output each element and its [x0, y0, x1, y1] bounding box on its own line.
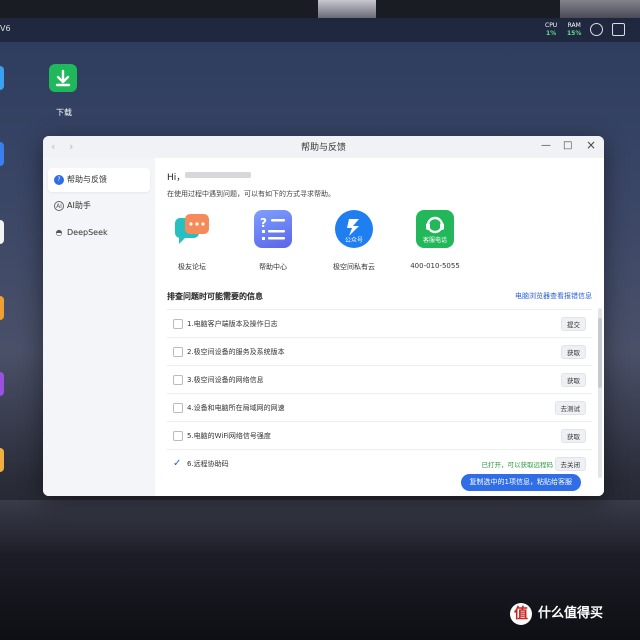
cpu-stat: CPU 1% — [545, 22, 557, 38]
item-text: 3.极空间设备的网络信息 — [187, 376, 264, 384]
greeting: Hi， — [167, 173, 186, 183]
sidebar-item-help-feedback[interactable]: ? 帮助与反馈 — [48, 168, 150, 192]
notification-icon[interactable] — [612, 23, 625, 36]
sidebar-item-label: AI助手 — [67, 201, 91, 210]
card-official-account[interactable]: 公众号 极空间私有云 — [324, 210, 384, 272]
official-account-icon: 公众号 — [335, 210, 373, 248]
download-arrow-icon — [55, 69, 71, 87]
cpu-value: 1% — [546, 30, 557, 37]
speed-test-button[interactable]: 去测试 — [554, 401, 586, 415]
dock-app-tile[interactable] — [0, 220, 4, 244]
item-checkbox[interactable] — [173, 319, 183, 329]
customer-service-icon: 客服电话 — [416, 210, 454, 248]
dock-app-tile[interactable] — [0, 372, 4, 396]
item-text: 2.极空间设备的服务及系统版本 — [187, 348, 285, 356]
close-icon[interactable]: × — [586, 139, 596, 151]
submit-logs-button[interactable]: 提交 — [561, 317, 586, 331]
item-checkbox[interactable] — [173, 375, 183, 385]
corner-label: V6 — [0, 24, 11, 33]
card-label: 帮助中心 — [259, 263, 287, 271]
watermark-text: 什么值得买 — [538, 606, 604, 621]
card-label: 极友论坛 — [178, 263, 206, 271]
wallpaper-glow — [560, 0, 640, 18]
section-title: 排查问题时可能需要的信息 — [167, 292, 263, 301]
minimize-icon[interactable]: — — [541, 140, 551, 152]
card-badge: 客服电话 — [422, 237, 447, 244]
forum-chat-icon — [173, 210, 211, 248]
close-remote-button[interactable]: 去关闭 — [554, 457, 586, 471]
item-text: 5.电脑的WiFi网络信号强度 — [187, 432, 271, 440]
deepseek-icon: ◓ — [55, 228, 63, 237]
list-item: ✓ 6.远程协助码 已打开，可以获取远程码 去关闭 — [167, 449, 592, 477]
get-network-button[interactable]: 获取 — [561, 373, 586, 387]
question-icon: ? — [54, 175, 64, 185]
ai-icon: AI — [54, 201, 64, 211]
sidebar: ? 帮助与反馈 AI AI助手 ◓ DeepSeek — [43, 158, 155, 496]
remote-status-text: 已打开，可以获取远程码 — [481, 461, 554, 469]
svg-text:?: ? — [260, 216, 267, 230]
list-item: 4.设备和电脑所在局域网的网速 去测试 — [167, 393, 592, 421]
card-label: 400-010-5055 — [410, 262, 460, 270]
list-item: 3.极空间设备的网络信息 获取 — [167, 365, 592, 393]
window-titlebar[interactable]: ‹ › 帮助与反馈 — □ × — [43, 136, 604, 158]
speed-gauge-icon[interactable] — [590, 23, 603, 36]
get-wifi-button[interactable]: 获取 — [561, 429, 586, 443]
item-text: 4.设备和电脑所在局域网的网速 — [187, 404, 285, 412]
window-title: 帮助与反馈 — [300, 143, 346, 153]
info-checklist: 1.电脑客户端版本及操作日志 提交 2.极空间设备的服务及系统版本 获取 3.极… — [167, 309, 592, 477]
item-text: 1.电脑客户端版本及操作日志 — [187, 320, 278, 328]
browser-error-link[interactable]: 电脑浏览器查看报错信息 — [515, 291, 592, 301]
list-item: 2.极空间设备的服务及系统版本 获取 — [167, 337, 592, 365]
copy-info-button[interactable]: 复制选中的1项信息，粘贴给客服 — [460, 474, 581, 491]
download-label: 下载 — [56, 108, 72, 117]
item-checkbox[interactable] — [173, 403, 183, 413]
item-checkbox[interactable] — [173, 347, 183, 357]
download-icon[interactable] — [49, 64, 77, 92]
redacted-username — [185, 172, 251, 178]
card-label: 极空间私有云 — [333, 263, 375, 271]
dock-app-tile[interactable] — [0, 142, 4, 166]
card-help-center[interactable]: ? 帮助中心 — [243, 210, 303, 272]
desktop-menubar: V6 CPU 1% RAM 15% — [0, 18, 640, 42]
checkmark-icon[interactable]: ✓ — [173, 459, 183, 469]
ram-stat: RAM 15% — [567, 22, 581, 38]
card-forum[interactable]: 极友论坛 — [162, 210, 222, 272]
list-item: 5.电脑的WiFi网络信号强度 获取 — [167, 421, 592, 449]
card-customer-service[interactable]: 客服电话 400-010-5055 — [405, 210, 465, 270]
sidebar-item-label: DeepSeek — [67, 228, 108, 237]
sidebar-item-ai-assistant[interactable]: AI AI助手 — [48, 194, 150, 218]
cpu-label: CPU — [545, 22, 558, 29]
wallpaper-glow — [318, 0, 376, 18]
ram-value: 15% — [567, 30, 582, 37]
dock-app-tile[interactable] — [0, 448, 4, 472]
intro-text: 在使用过程中遇到问题，可以有如下的方式寻求帮助。 — [167, 190, 335, 198]
help-feedback-window: ‹ › 帮助与反馈 — □ × ? 帮助与反馈 AI AI助手 ◓ DeepSe… — [43, 136, 604, 496]
ram-label: RAM — [567, 22, 581, 29]
item-checkbox[interactable] — [173, 431, 183, 441]
list-item: 1.电脑客户端版本及操作日志 提交 — [167, 309, 592, 337]
get-version-button[interactable]: 获取 — [561, 345, 586, 359]
dock-app-tile[interactable] — [0, 66, 4, 90]
scrollbar-thumb[interactable] — [598, 318, 602, 388]
sidebar-item-deepseek[interactable]: ◓ DeepSeek — [48, 221, 150, 245]
top-wallpaper-strip — [0, 0, 640, 18]
dock-app-tile[interactable] — [0, 296, 4, 320]
maximize-icon[interactable]: □ — [563, 140, 572, 152]
help-center-icon: ? — [254, 210, 292, 248]
item-text: 6.远程协助码 — [187, 460, 229, 468]
main-panel: Hi， 在使用过程中遇到问题，可以有如下的方式寻求帮助。 极友论坛 ? 帮助中心… — [155, 158, 604, 496]
watermark-logo-icon: 值 — [510, 603, 532, 625]
card-badge: 公众号 — [344, 237, 363, 244]
sidebar-item-label: 帮助与反馈 — [67, 175, 107, 184]
